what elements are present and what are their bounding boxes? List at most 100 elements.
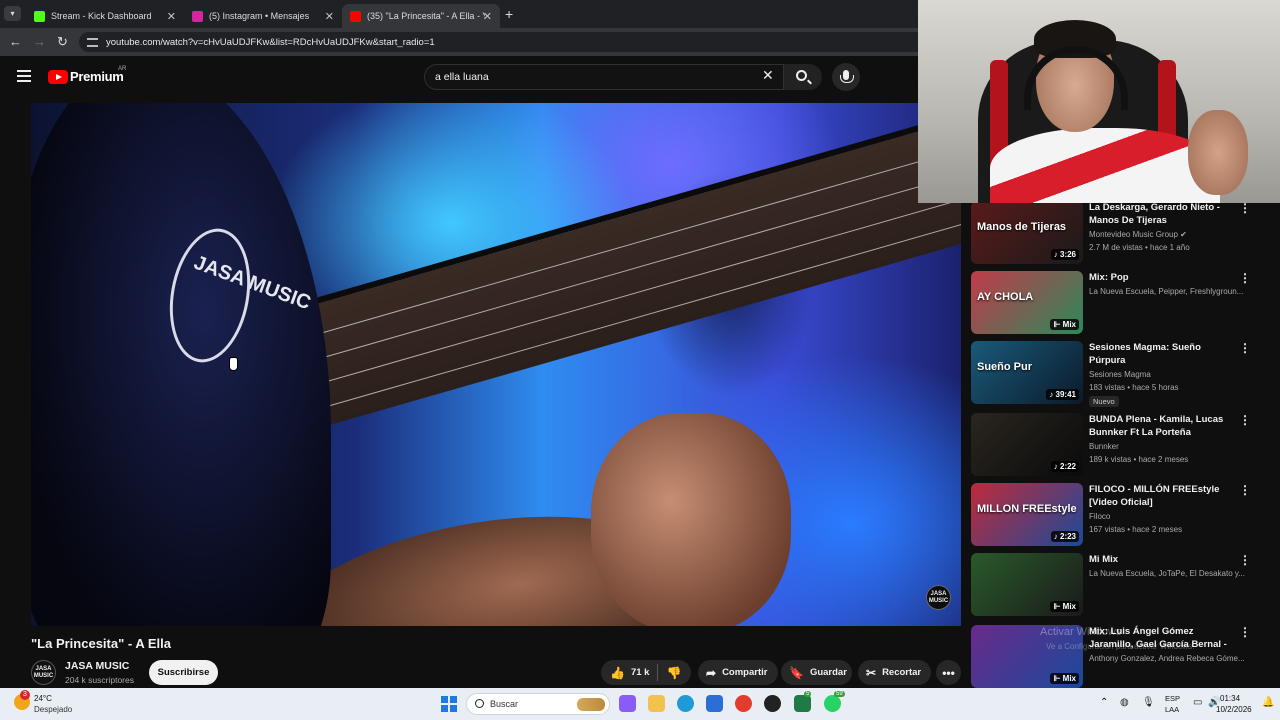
tab-kick-dashboard[interactable]: Stream - Kick Dashboard ✕ [26,4,184,28]
excel-icon[interactable] [794,695,811,712]
menu-icon[interactable] [17,70,31,82]
channel-watermark[interactable]: JASA MUSIC [926,585,951,610]
video-thumbnail[interactable]: AY CHOLA ⊩ Mix [971,271,1083,334]
close-tab-icon[interactable]: ✕ [167,10,176,23]
close-tab-icon[interactable]: ✕ [325,10,334,23]
jersey [990,128,1220,203]
video-duration: ⊩ Mix [1050,601,1079,612]
video-thumbnail[interactable]: Manos de Tijeras ♪ 3:26 [971,203,1083,264]
channel-name[interactable]: Filoco [1089,512,1249,521]
video-thumbnail[interactable]: MILLON FREEstyle ♪ 2:23 [971,483,1083,546]
chrome-icon[interactable] [735,695,752,712]
subscribe-button[interactable]: Suscribirse [149,660,218,685]
site-info-icon[interactable] [87,37,98,47]
windows-activation-title: Activar Windows [1040,626,1122,638]
channel-name[interactable]: La Nueva Escuela, JoTaPe, El Desakato y.… [1089,569,1249,578]
youtube-play-icon [48,69,68,84]
share-button[interactable]: ➦ Compartir [698,660,778,685]
video-views: 2.7 M de vistas • hace 1 año [1089,243,1190,252]
search-query[interactable]: a ella luana [435,71,489,83]
language-indicator[interactable]: ESP [1165,694,1180,703]
video-views: 167 vistas • hace 2 meses [1089,525,1183,534]
keyboard-layout[interactable]: LAA [1165,705,1179,714]
video-title[interactable]: Mi Mix [1089,553,1229,566]
more-actions-button[interactable]: ••• [936,660,961,685]
video-player[interactable]: JASA MUSIC [31,103,961,626]
video-title[interactable]: FILOCO - MILLÓN FREEstyle [Video Oficial… [1089,483,1229,509]
address-bar[interactable]: youtube.com/watch?v=cHvUaUDJFKw&list=RDc… [79,32,918,52]
tab-title: (5) Instagram • Mensajes [209,11,310,21]
search-highlight-image [577,698,605,711]
kick-favicon-icon [34,10,45,22]
windows-taskbar: 3 24°C Despejado Buscar 5 59 ⌃ ◍ 🎙 ESP LA… [0,688,1280,720]
more-options-icon[interactable]: ⋮ [1239,271,1251,285]
reload-button[interactable]: ↻ [57,34,68,50]
clock-time[interactable]: 01:34 [1220,694,1240,703]
channel-name[interactable]: JASA MUSIC [65,660,129,672]
instagram-favicon-icon [192,10,203,22]
more-options-icon[interactable]: ⋮ [1239,553,1251,567]
channel-avatar[interactable]: JASA MUSIC [31,660,56,685]
more-options-icon[interactable]: ⋮ [1239,203,1251,215]
address-url[interactable]: youtube.com/watch?v=cHvUaUDJFKw&list=RDc… [106,37,435,48]
windows-logo-icon [441,705,448,712]
copilot-icon[interactable] [619,695,636,712]
more-icon: ••• [942,665,955,680]
youtube-logo-text: Premium [70,69,124,84]
video-title[interactable]: Mix: Pop [1089,271,1229,284]
tab-instagram[interactable]: (5) Instagram • Mensajes ✕ [184,4,342,28]
channel-name[interactable]: Anthony Gonzalez, Andrea Rebeca Góme... [1089,654,1249,663]
divider [657,664,659,681]
save-button[interactable]: 🔖 Guardar [781,660,852,685]
video-title[interactable]: BUNDA Plena - Kamila, Lucas Bunnker Ft L… [1089,413,1229,439]
new-tab-button[interactable]: + [505,6,513,22]
search-button[interactable] [784,64,822,90]
weather-temperature[interactable]: 24°C [34,694,52,703]
notification-bell-icon[interactable]: 🔔 [1262,697,1274,708]
browser-toolbar: ← → ↻ youtube.com/watch?v=cHvUaUDJFKw&li… [0,28,918,56]
channel-name[interactable]: La Nueva Escuela, Peipper, Freshlygroun.… [1089,287,1249,296]
video-thumbnail[interactable]: Sueño Pur ♪ 39:41 [971,341,1083,404]
more-options-icon[interactable]: ⋮ [1239,341,1251,355]
youtube-logo[interactable]: Premium AR [48,66,126,84]
back-button[interactable]: ← [9,34,22,49]
youtube-header: Premium AR a ella luana ✕ [0,56,918,102]
share-icon: ➦ [706,665,717,680]
clip-button[interactable]: ✂ Recortar [858,660,931,685]
dislike-icon[interactable]: 👎 [666,666,681,680]
video-thumbnail[interactable]: ⊩ Mix [971,553,1083,616]
microphone-icon[interactable]: 🎙 [1142,697,1155,708]
channel-name[interactable]: Bunnker [1089,442,1249,451]
tab-youtube-active[interactable]: (35) "La Princesita" - A Ella - You ✕ [342,4,500,28]
channel-name[interactable]: Sesiones Magma [1089,370,1249,379]
file-explorer-icon[interactable] [648,695,665,712]
clear-search-icon[interactable]: ✕ [762,67,774,84]
channel-name[interactable]: Montevideo Music Group ✔ [1089,230,1249,239]
video-title[interactable]: Sesiones Magma: Sueño Púrpura [1089,341,1229,367]
voice-search-button[interactable] [832,63,860,91]
edge-icon[interactable] [677,695,694,712]
thumbnail-text: AY CHOLA [977,291,1034,303]
show-hidden-icons[interactable]: ⌃ [1100,697,1108,708]
close-tab-icon[interactable]: ✕ [483,10,492,23]
tab-search-button[interactable]: ▾ [4,6,21,21]
display-icon[interactable]: ▭ [1193,697,1202,708]
weather-description[interactable]: Despejado [34,705,72,714]
more-options-icon[interactable]: ⋮ [1239,625,1251,639]
more-options-icon[interactable]: ⋮ [1239,483,1251,497]
whatsapp-icon[interactable] [824,695,841,712]
clock-date[interactable]: 10/2/2026 [1216,705,1252,714]
like-icon[interactable]: 👍 [610,666,625,680]
search-input[interactable]: a ella luana [424,64,784,90]
forward-button[interactable]: → [33,34,46,49]
taskbar-search[interactable]: Buscar [466,693,610,715]
obs-icon[interactable] [764,695,781,712]
start-button[interactable] [441,696,457,712]
video-title[interactable]: La Deskarga, Gerardo Nieto - Manos De Ti… [1089,203,1229,227]
more-options-icon[interactable]: ⋮ [1239,413,1251,427]
like-count[interactable]: 71 k [631,667,650,678]
thumbnail-text: MILLON FREEstyle [977,503,1077,515]
network-status-icon[interactable]: ◍ [1120,697,1129,708]
video-thumbnail[interactable]: ♪ 2:22 [971,413,1083,476]
store-icon[interactable] [706,695,723,712]
